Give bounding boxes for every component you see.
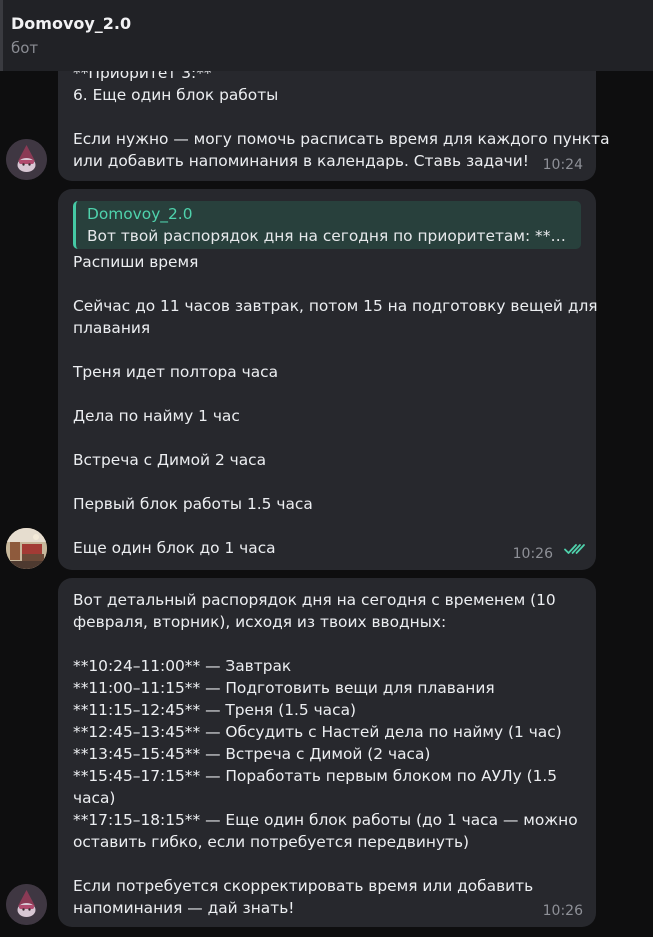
message-line — [73, 427, 581, 449]
message-line: **13:45–15:45** — Встреча с Димой (2 час… — [73, 745, 431, 763]
message-line: **11:00–11:15** — Подготовить вещи для п… — [73, 679, 495, 697]
chat-title[interactable]: Domovoy_2.0 — [11, 14, 653, 33]
message-line: Если нужно — могу помочь расписать время… — [73, 130, 610, 148]
message-time: 10:26 — [512, 546, 553, 562]
double-check-icon — [564, 539, 586, 561]
message-bubble-user[interactable]: Domovoy_2.0 Вот твой распорядок дня на с… — [58, 189, 598, 570]
message-line — [73, 106, 581, 128]
reply-author: Domovoy_2.0 — [87, 205, 193, 223]
gnome-icon — [6, 139, 47, 180]
message-line: напоминания — дай знать! — [73, 899, 295, 917]
message-line — [73, 515, 581, 537]
message-line: Треня идет полтора часа — [73, 363, 279, 381]
message-line: **15:45–17:15** — Поработать первым блок… — [73, 767, 558, 785]
message-line: Встреча с Димой 2 часа — [73, 451, 267, 469]
message-line: Еще один блок до 1 часа — [73, 539, 276, 557]
bot-avatar[interactable] — [6, 139, 47, 180]
chat-header[interactable]: Domovoy_2.0 бот — [0, 0, 653, 71]
message-line — [73, 633, 581, 655]
message-line — [73, 853, 581, 875]
message-line: февраля, вторник), исходя из твоих вводн… — [73, 613, 447, 631]
message-line — [73, 339, 581, 361]
message-line: **11:15–12:45** — Треня (1.5 часа) — [73, 701, 357, 719]
message-line — [73, 273, 581, 295]
message-line — [73, 383, 581, 405]
message-line: или добавить напоминания в календарь. Ст… — [73, 152, 529, 170]
message-line: 6. Еще один блок работы — [73, 86, 279, 104]
message-bubble-bot[interactable]: Вот детальный распорядок дня на сегодня … — [58, 578, 596, 927]
user-photo-icon — [6, 528, 47, 569]
message-line: **10:24–11:00** — Завтрак — [73, 657, 292, 675]
message-line: часа) — [73, 789, 116, 807]
message-line: **12:45–13:45** — Обсудить с Настей дела… — [73, 723, 562, 741]
chat-subtitle: бот — [11, 39, 39, 57]
message-time: 10:24 — [542, 157, 583, 173]
user-avatar[interactable] — [6, 528, 47, 569]
message-line: Дела по найму 1 час — [73, 407, 240, 425]
message-line: **17:15–18:15** — Еще один блок работы (… — [73, 811, 578, 829]
message-line: Первый блок работы 1.5 часа — [73, 495, 313, 513]
message-line: Сейчас до 11 часов завтрак, потом 15 на … — [73, 297, 598, 315]
bot-avatar[interactable] — [6, 884, 47, 925]
message-line — [73, 471, 581, 493]
gnome-icon — [6, 884, 47, 925]
reply-quote[interactable]: Domovoy_2.0 Вот твой распорядок дня на с… — [73, 201, 581, 249]
message-time: 10:26 — [542, 903, 583, 919]
message-line: плавания — [73, 319, 151, 337]
message-line: оставить гибко, если потребуется передви… — [73, 833, 470, 851]
message-line: Вот детальный распорядок дня на сегодня … — [73, 591, 556, 609]
reply-text: Вот твой распорядок дня на сегодня по пр… — [87, 227, 571, 245]
message-line: Распиши время — [73, 253, 199, 271]
message-line: Если потребуется скорректировать время и… — [73, 877, 534, 895]
